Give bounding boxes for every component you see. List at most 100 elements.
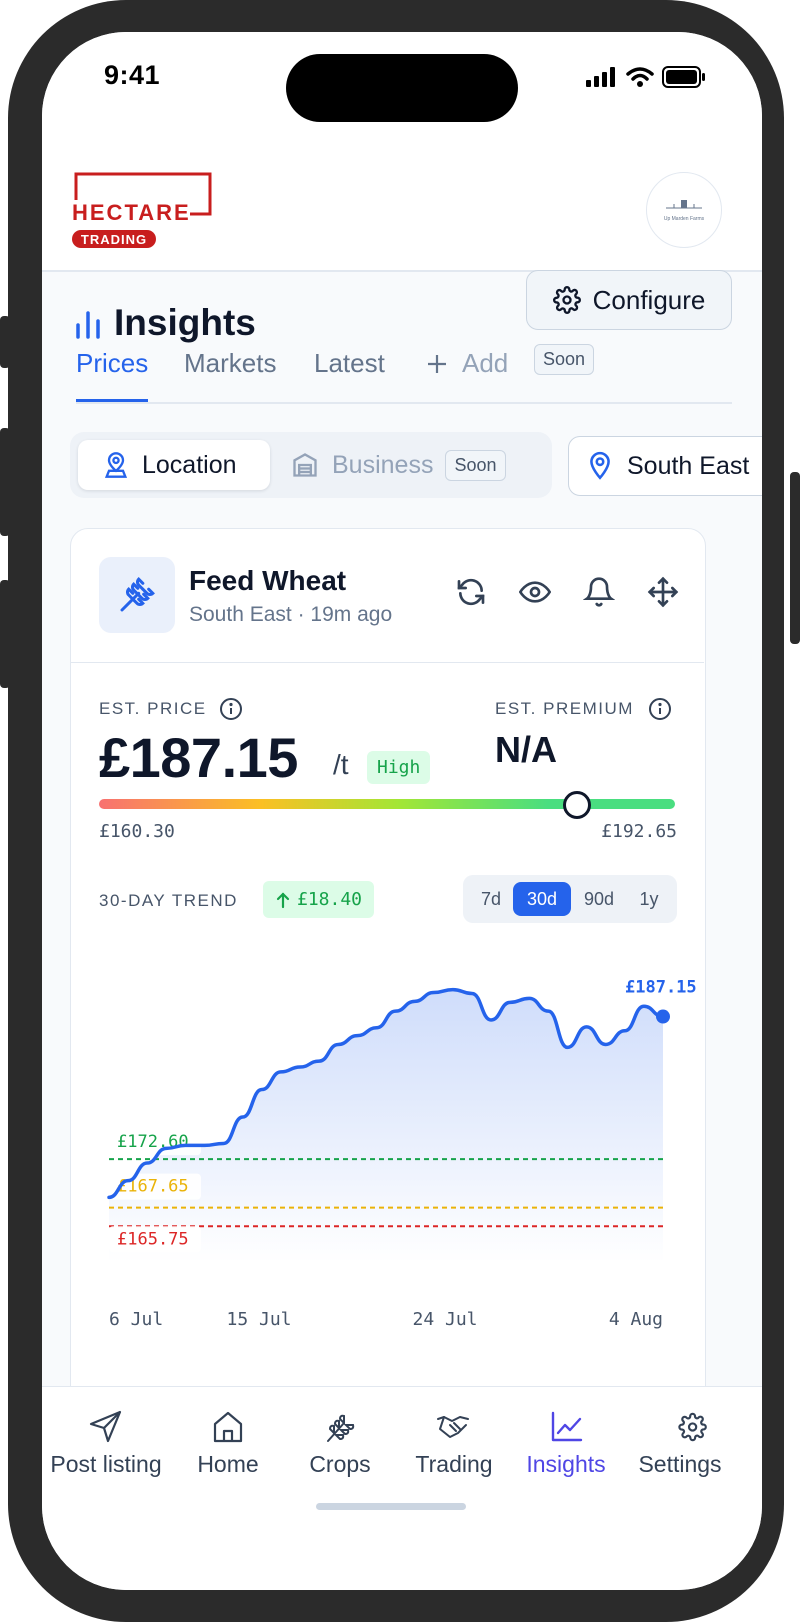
side-button-mute (0, 316, 10, 368)
add-soon-badge: Soon (534, 344, 595, 375)
bell-icon[interactable] (582, 575, 616, 609)
wheat-icon (120, 577, 155, 612)
eye-icon[interactable] (518, 575, 552, 609)
est-price-label-row: EST. PRICE (99, 697, 243, 721)
side-button-volume-down (0, 580, 10, 688)
status-bar: 9:41 (42, 32, 762, 142)
hectare-trading-logo[interactable]: HECTARE TRADING (72, 170, 214, 250)
status-time: 9:41 (104, 60, 161, 90)
bar-chart-icon (76, 311, 100, 339)
move-icon[interactable] (646, 575, 680, 609)
region-label: South East (627, 451, 750, 480)
gear-icon (552, 286, 581, 314)
range-option-1y[interactable]: 1y (627, 882, 671, 916)
send-icon (89, 1410, 122, 1443)
tab-add-label: Add (462, 348, 509, 378)
trend-value: £18.40 (297, 889, 363, 910)
trend-badge: £18.40 (263, 881, 375, 918)
page-title: Insights (114, 302, 256, 343)
battery-icon (662, 66, 705, 88)
signal-icon (586, 67, 615, 87)
nav-trading[interactable]: Trading (394, 1409, 514, 1478)
nav-insights[interactable]: Insights (506, 1409, 626, 1478)
est-premium-label: EST. PREMIUM (495, 699, 634, 718)
region-selector[interactable]: South East (568, 436, 762, 496)
est-premium-label-row: EST. PREMIUM (495, 697, 672, 721)
price-level-badge: High (367, 751, 431, 784)
range-option-30d[interactable]: 30d (513, 882, 571, 916)
farm-logo-icon (666, 200, 702, 209)
farm-avatar[interactable]: Up Marden Farms (646, 172, 722, 248)
chart-last-point (656, 1009, 670, 1024)
configure-label: Configure (592, 284, 706, 315)
range-option-7d[interactable]: 7d (471, 882, 511, 916)
x-tick-label: 6 Jul (109, 1309, 163, 1330)
tab-add[interactable]: Add (426, 344, 508, 402)
configure-button[interactable]: Configure (526, 270, 732, 330)
side-button-power (790, 472, 800, 644)
svg-text:HECTARE: HECTARE (72, 200, 191, 225)
est-premium-value: N/A (495, 729, 557, 770)
nav-post-listing[interactable]: Post listing (46, 1409, 166, 1478)
refresh-icon[interactable] (454, 575, 488, 609)
insights-tabs: Prices Markets Latest Add Soon (76, 344, 732, 404)
gear-icon (678, 1412, 707, 1442)
price-unit: /t (333, 749, 349, 780)
status-icons (586, 66, 706, 88)
scope-segmented-control: Location Business Soon (70, 432, 552, 498)
range-option-90d[interactable]: 90d (575, 882, 623, 916)
trend-label: 30-DAY TREND (99, 891, 238, 910)
crop-name: Feed Wheat (189, 565, 347, 596)
bottom-nav: Post listing Home Crops Trading Insights… (42, 1386, 762, 1590)
tab-markets[interactable]: Markets (184, 344, 276, 402)
nav-label: Insights (526, 1451, 606, 1477)
card-actions (454, 575, 680, 609)
x-tick-label: 4 Aug (609, 1309, 663, 1330)
est-price-value: £187.15 (99, 726, 298, 789)
info-icon[interactable] (648, 697, 672, 721)
nav-crops[interactable]: Crops (280, 1409, 400, 1478)
nav-label: Trading (415, 1451, 493, 1477)
side-button-volume-up (0, 428, 10, 536)
price-card-header: Feed Wheat South East · 19m ago (71, 529, 704, 663)
crop-meta: South East · 19m ago (189, 603, 393, 626)
info-icon[interactable] (219, 697, 243, 721)
segment-location[interactable]: Location (78, 440, 270, 490)
app-screen: 9:41 HECTARE TRADING Up Marden Farms Ins… (42, 32, 762, 1590)
tab-prices[interactable]: Prices (76, 344, 149, 402)
warehouse-icon (293, 453, 317, 477)
tab-latest[interactable]: Latest (314, 344, 385, 402)
dynamic-island (286, 54, 518, 122)
segment-business-label: Business (332, 450, 434, 479)
app-header: HECTARE TRADING Up Marden Farms (42, 132, 762, 272)
svg-text:TRADING: TRADING (81, 232, 147, 247)
segment-location-label: Location (142, 450, 237, 479)
range-max: £192.65 (601, 821, 677, 842)
business-soon-badge: Soon (445, 449, 506, 481)
farm-name: Up Marden Farms (663, 216, 705, 222)
nav-label: Post listing (50, 1451, 162, 1477)
wheat-icon (327, 1414, 355, 1442)
home-icon (213, 1411, 243, 1443)
map-pin-icon (590, 451, 610, 480)
nav-settings[interactable]: Settings (620, 1409, 740, 1478)
nav-label: Home (197, 1451, 259, 1477)
range-min: £160.30 (99, 821, 175, 842)
nav-home[interactable]: Home (168, 1409, 288, 1478)
segment-business[interactable]: Business Soon (290, 440, 506, 490)
crop-tile (99, 557, 175, 633)
est-price-label: EST. PRICE (99, 699, 207, 718)
arrow-up-icon (276, 891, 290, 908)
price-trend-chart: £172.60£167.65£165.75£187.156 Jul 15 Jul 2… (107, 972, 701, 1330)
last-point-label: £187.15 (625, 978, 697, 998)
page-title-row: Insights (74, 302, 256, 344)
user-pin-icon (104, 452, 128, 478)
nav-label: Crops (309, 1451, 371, 1477)
reference-label: £172.60 (117, 1132, 189, 1152)
nav-label: Settings (638, 1451, 722, 1477)
handshake-icon (437, 1416, 469, 1438)
x-tick-label: 15 Jul (226, 1309, 291, 1330)
range-toggle: 7d 30d 90d 1y (463, 875, 677, 923)
plus-icon (428, 355, 446, 373)
wifi-icon (626, 67, 654, 87)
